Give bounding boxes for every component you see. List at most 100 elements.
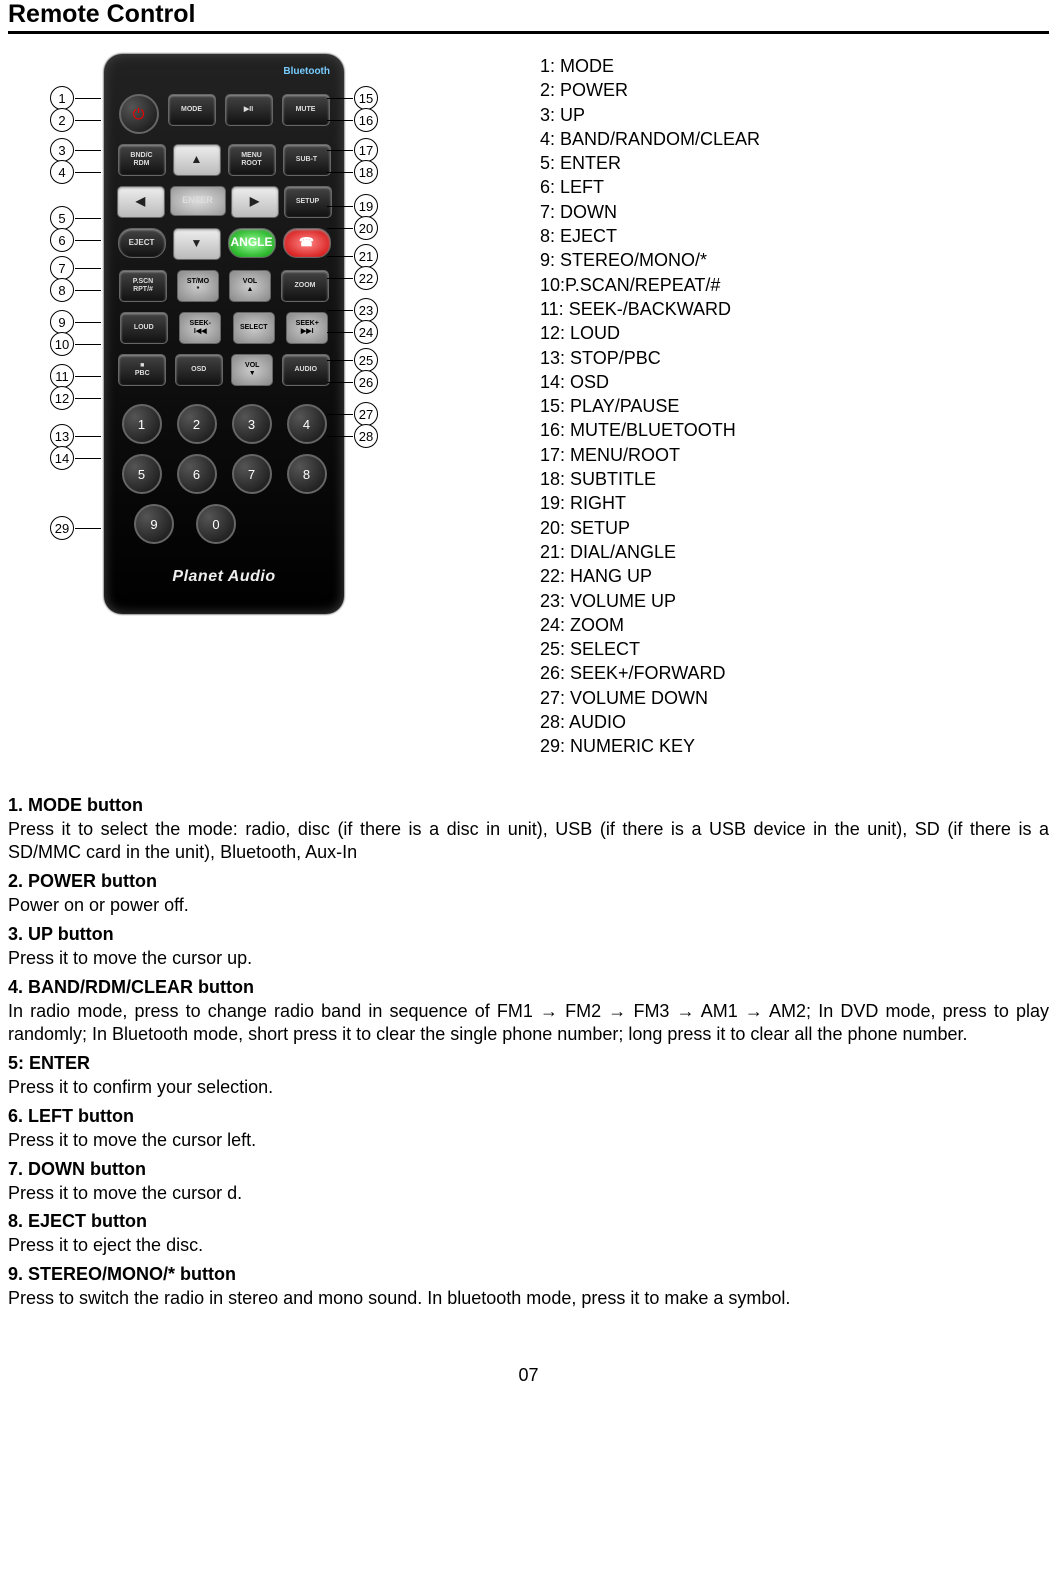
legend-item: 25: SELECT <box>540 637 1040 661</box>
select-button: SELECT <box>233 312 275 344</box>
callout-3: 3 <box>50 138 74 162</box>
button-legend: 1: MODE2: POWER3: UP4: BAND/RANDOM/CLEAR… <box>540 54 1040 759</box>
numeric-key-4: 4 <box>287 404 327 444</box>
callout-14: 14 <box>50 446 74 470</box>
remote-body: Bluetooth ⏻ MODE ▶II MUTE BND/C RDM ▲ ME… <box>104 54 344 614</box>
callout-16: 16 <box>354 108 378 132</box>
desc-heading: 3. UP button <box>8 924 1049 945</box>
seek-fwd-button: SEEK+ ▶▶I <box>286 312 328 344</box>
callout-19: 19 <box>354 194 378 218</box>
desc-heading: 2. POWER button <box>8 871 1049 892</box>
legend-item: 16: MUTE/BLUETOOTH <box>540 418 1040 442</box>
osd-button: OSD <box>175 354 223 386</box>
legend-item: 6: LEFT <box>540 175 1040 199</box>
vol-down-button: VOL ▼ <box>231 354 273 386</box>
desc-text: Press it to move the cursor left. <box>8 1129 1049 1153</box>
callout-9: 9 <box>50 310 74 334</box>
button-descriptions: 1. MODE buttonPress it to select the mod… <box>8 795 1049 1311</box>
callout-11: 11 <box>50 364 74 388</box>
legend-item: 19: RIGHT <box>540 491 1040 515</box>
callout-10: 10 <box>50 332 74 356</box>
stereo-mono-button: ST/MO * <box>177 270 219 302</box>
mute-button: MUTE <box>282 94 330 126</box>
numeric-key-7: 7 <box>232 454 272 494</box>
callout-13: 13 <box>50 424 74 448</box>
numeric-key-5: 5 <box>122 454 162 494</box>
numeric-key-9: 9 <box>134 504 174 544</box>
callout-8: 8 <box>50 278 74 302</box>
callout-6: 6 <box>50 228 74 252</box>
remote-diagram: 123456789101112131429 Bluetooth ⏻ MODE ▶… <box>8 54 500 654</box>
eject-button: EJECT <box>118 228 166 258</box>
desc-heading: 5: ENTER <box>8 1053 1049 1074</box>
legend-item: 28: AUDIO <box>540 710 1040 734</box>
subtitle-button: SUB-T <box>283 144 331 176</box>
callout-4: 4 <box>50 160 74 184</box>
legend-item: 7: DOWN <box>540 200 1040 224</box>
up-button: ▲ <box>173 144 221 176</box>
legend-item: 18: SUBTITLE <box>540 467 1040 491</box>
audio-button: AUDIO <box>282 354 330 386</box>
desc-text: In radio mode, press to change radio ban… <box>8 1000 1049 1048</box>
callout-7: 7 <box>50 256 74 280</box>
numeric-key-8: 8 <box>287 454 327 494</box>
angle-dial-button: ANGLE <box>228 228 276 258</box>
legend-item: 9: STEREO/MONO/* <box>540 248 1040 272</box>
legend-item: 11: SEEK-/BACKWARD <box>540 297 1040 321</box>
legend-item: 24: ZOOM <box>540 613 1040 637</box>
numeric-key-6: 6 <box>177 454 217 494</box>
bluetooth-icon: Bluetooth <box>283 66 330 77</box>
callout-5: 5 <box>50 206 74 230</box>
legend-item: 3: UP <box>540 103 1040 127</box>
callout-15: 15 <box>354 86 378 110</box>
callout-29: 29 <box>50 516 74 540</box>
desc-heading: 6. LEFT button <box>8 1106 1049 1127</box>
callout-18: 18 <box>354 160 378 184</box>
stop-pbc-button: ■ PBC <box>118 354 166 386</box>
legend-item: 12: LOUD <box>540 321 1040 345</box>
callout-24: 24 <box>354 320 378 344</box>
down-button: ▼ <box>173 228 221 260</box>
desc-heading: 7. DOWN button <box>8 1159 1049 1180</box>
desc-text: Power on or power off. <box>8 894 1049 918</box>
desc-text: Press it to move the cursor d. <box>8 1182 1049 1206</box>
legend-item: 15: PLAY/PAUSE <box>540 394 1040 418</box>
brand-label: Planet Audio <box>114 568 334 586</box>
desc-heading: 1. MODE button <box>8 795 1049 816</box>
legend-item: 10:P.SCAN/REPEAT/# <box>540 273 1040 297</box>
callout-23: 23 <box>354 298 378 322</box>
legend-item: 26: SEEK+/FORWARD <box>540 661 1040 685</box>
legend-item: 27: VOLUME DOWN <box>540 686 1040 710</box>
desc-text: Press it to confirm your selection. <box>8 1076 1049 1100</box>
zoom-button: ZOOM <box>281 270 329 302</box>
legend-item: 14: OSD <box>540 370 1040 394</box>
legend-item: 17: MENU/ROOT <box>540 443 1040 467</box>
callout-20: 20 <box>354 216 378 240</box>
seek-back-button: SEEK- I◀◀ <box>179 312 221 344</box>
callout-22: 22 <box>354 266 378 290</box>
callout-17: 17 <box>354 138 378 162</box>
desc-text: Press to switch the radio in stereo and … <box>8 1287 1049 1311</box>
numeric-key-3: 3 <box>232 404 272 444</box>
desc-heading: 9. STEREO/MONO/* button <box>8 1264 1049 1285</box>
desc-heading: 4. BAND/RDM/CLEAR button <box>8 977 1049 998</box>
callout-26: 26 <box>354 370 378 394</box>
legend-item: 21: DIAL/ANGLE <box>540 540 1040 564</box>
callout-12: 12 <box>50 386 74 410</box>
callout-21: 21 <box>354 244 378 268</box>
page-number: 07 <box>8 1365 1049 1386</box>
callout-1: 1 <box>50 86 74 110</box>
setup-button: SETUP <box>284 186 332 218</box>
loud-button: LOUD <box>120 312 168 344</box>
legend-item: 20: SETUP <box>540 516 1040 540</box>
hang-up-button: ☎ <box>283 228 331 258</box>
pscan-button: P.SCN RPT/# <box>119 270 167 302</box>
desc-text: Press it to eject the disc. <box>8 1234 1049 1258</box>
callout-2: 2 <box>50 108 74 132</box>
legend-item: 22: HANG UP <box>540 564 1040 588</box>
band-button: BND/C RDM <box>118 144 166 176</box>
numeric-key-0: 0 <box>196 504 236 544</box>
callout-25: 25 <box>354 348 378 372</box>
left-button: ◀ <box>117 186 165 218</box>
legend-item: 4: BAND/RANDOM/CLEAR <box>540 127 1040 151</box>
